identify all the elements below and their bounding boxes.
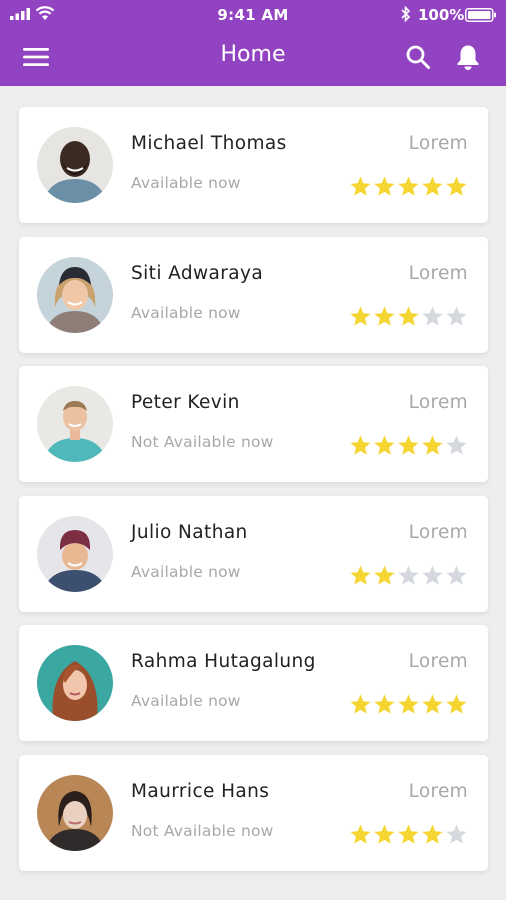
- rating-stars: [349, 564, 468, 587]
- star-filled-icon: [398, 823, 419, 844]
- contact-status: Available now: [131, 303, 241, 322]
- avatar: [37, 645, 113, 721]
- avatar: [37, 127, 113, 203]
- star-filled-icon: [398, 176, 419, 196]
- contact-status: Not Available now: [131, 821, 274, 840]
- star-filled-icon: [398, 694, 419, 714]
- star-empty-icon: [446, 564, 467, 585]
- contact-card[interactable]: Julio Nathan Available now Lorem: [19, 495, 488, 612]
- notification-button[interactable]: [450, 39, 486, 75]
- star-empty-icon: [446, 305, 467, 326]
- star-filled-icon: [350, 305, 371, 326]
- star-filled-icon: [374, 564, 395, 585]
- contact-status: Available now: [131, 692, 241, 710]
- avatar: [37, 774, 113, 851]
- app-header: 9:41 AM 100% Home: [0, 0, 506, 86]
- star-filled-icon: [374, 305, 395, 326]
- rating-stars: [349, 305, 468, 328]
- avatar: [37, 256, 113, 333]
- contact-card[interactable]: Maurrice Hans Not Available now Lorem: [19, 754, 488, 871]
- contact-status: Available now: [131, 174, 241, 192]
- contact-status: Available now: [131, 562, 241, 581]
- contact-tag: Lorem: [408, 780, 468, 802]
- bell-icon: [457, 45, 479, 70]
- avatar: [37, 515, 113, 592]
- contact-name: Peter Kevin: [131, 392, 240, 413]
- star-filled-icon: [374, 823, 395, 844]
- bluetooth-icon: [401, 6, 411, 22]
- star-empty-icon: [446, 435, 467, 455]
- star-filled-icon: [374, 176, 395, 196]
- search-button[interactable]: [400, 39, 436, 75]
- star-filled-icon: [446, 176, 467, 196]
- star-filled-icon: [422, 435, 443, 455]
- contact-list: Michael Thomas Available now Lorem Siti …: [19, 107, 488, 884]
- star-filled-icon: [350, 823, 371, 844]
- contact-card[interactable]: Rahma Hutagalung Available now Lorem: [19, 625, 488, 741]
- contact-tag: Lorem: [408, 262, 468, 284]
- contact-status: Not Available now: [131, 433, 274, 451]
- contact-tag: Lorem: [408, 133, 468, 154]
- battery-icon: [465, 8, 496, 22]
- rating-stars: [349, 434, 468, 457]
- star-filled-icon: [398, 435, 419, 455]
- contact-tag: Lorem: [408, 651, 468, 672]
- nav-bar: Home: [0, 30, 506, 86]
- star-filled-icon: [422, 176, 443, 196]
- rating-stars: [349, 693, 468, 716]
- rating-stars: [349, 823, 468, 846]
- avatar: [37, 386, 113, 462]
- star-empty-icon: [422, 564, 443, 585]
- rating-stars: [349, 175, 468, 198]
- star-filled-icon: [350, 435, 371, 455]
- contact-name: Julio Nathan: [131, 521, 248, 543]
- star-filled-icon: [350, 694, 371, 714]
- contact-card[interactable]: Peter Kevin Not Available now Lorem: [19, 366, 488, 482]
- contact-tag: Lorem: [408, 521, 468, 543]
- star-filled-icon: [350, 176, 371, 196]
- contact-name: Michael Thomas: [131, 133, 287, 154]
- contact-tag: Lorem: [408, 392, 468, 413]
- contact-name: Siti Adwaraya: [131, 262, 264, 284]
- contact-name: Maurrice Hans: [131, 780, 270, 802]
- star-filled-icon: [350, 564, 371, 585]
- star-filled-icon: [374, 435, 395, 455]
- battery-percentage: 100%: [418, 6, 465, 24]
- star-empty-icon: [422, 305, 443, 326]
- contact-card[interactable]: Siti Adwaraya Available now Lorem: [19, 236, 488, 353]
- star-filled-icon: [374, 694, 395, 714]
- star-empty-icon: [446, 823, 467, 844]
- star-filled-icon: [398, 305, 419, 326]
- star-empty-icon: [398, 564, 419, 585]
- contact-name: Rahma Hutagalung: [131, 651, 316, 672]
- star-filled-icon: [422, 823, 443, 844]
- contact-card[interactable]: Michael Thomas Available now Lorem: [19, 107, 488, 223]
- status-bar: 9:41 AM 100%: [0, 0, 506, 30]
- star-filled-icon: [422, 694, 443, 714]
- star-filled-icon: [446, 694, 467, 714]
- search-icon: [406, 45, 430, 69]
